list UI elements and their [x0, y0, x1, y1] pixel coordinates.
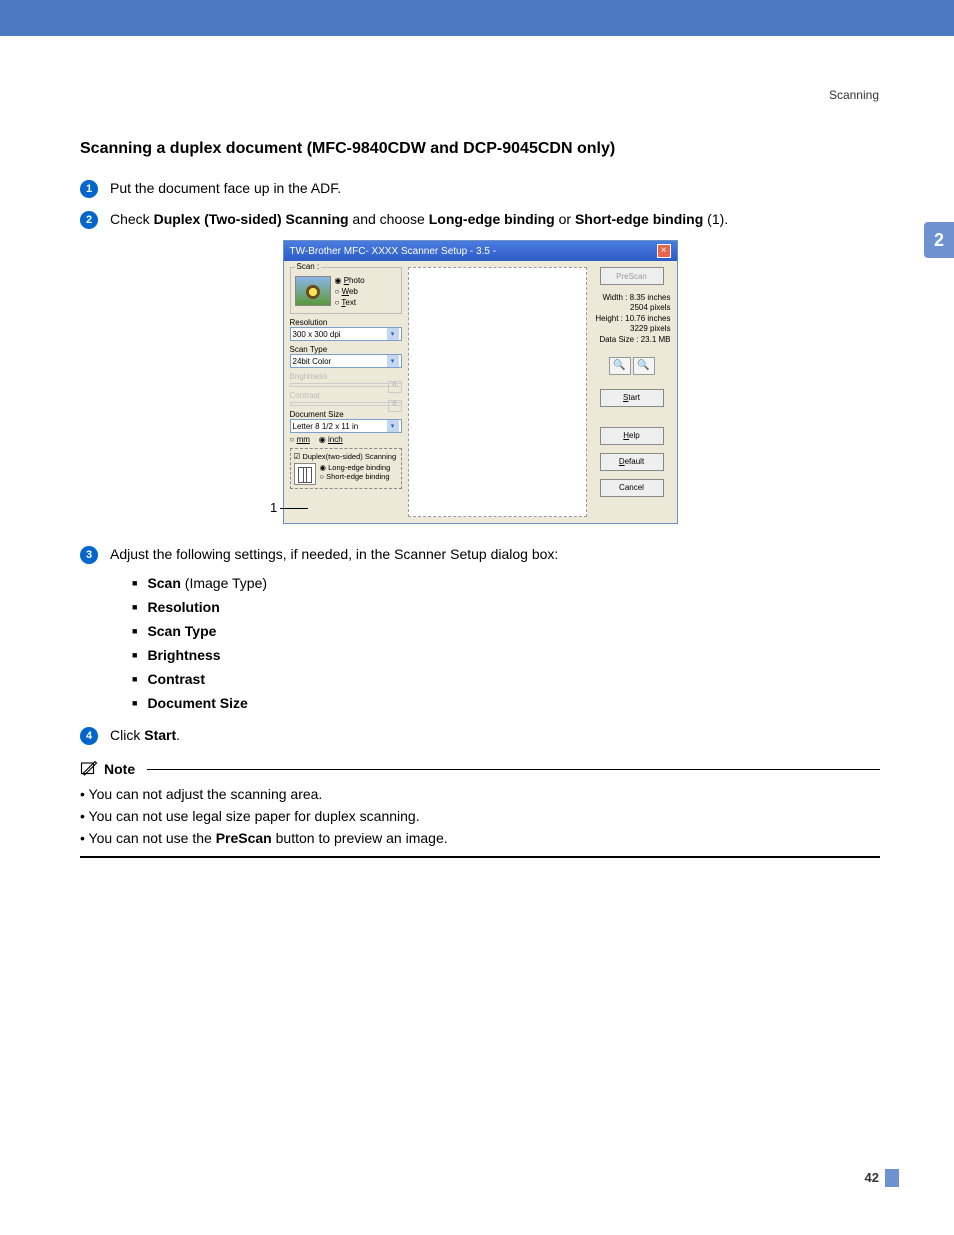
text: (1).	[703, 211, 728, 227]
contrast-slider[interactable]	[290, 402, 402, 406]
duplex-icon	[294, 463, 316, 485]
scan-info: Width : 8.35 inches 2504 pixels Height :…	[593, 293, 671, 345]
list-item: Resolution	[132, 599, 880, 615]
zoom-out-icon[interactable]: 🔍	[633, 357, 655, 375]
scantype-label: Scan Type	[290, 345, 402, 354]
figure-scanner-dialog: 1 TW-Brother MFC- XXXX Scanner Setup - 3…	[80, 240, 880, 524]
list-item: Contrast	[132, 671, 880, 687]
bold: Long-edge binding	[429, 211, 555, 227]
note-title: Note	[104, 761, 135, 777]
step-badge: 2	[80, 211, 98, 229]
prescan-button[interactable]: PreScan	[600, 267, 664, 285]
brightness-label: Brightness	[290, 372, 402, 381]
chevron-down-icon: ▾	[387, 328, 399, 340]
long-edge-radio[interactable]: ◉ Long-edge binding	[320, 463, 391, 472]
bold: Start	[144, 727, 176, 743]
running-header: Scanning	[829, 88, 879, 102]
step-1: 1 Put the document face up in the ADF.	[80, 178, 880, 199]
help-button[interactable]: HelpHelp	[600, 427, 664, 445]
short-edge-radio[interactable]: ○ Short-edge binding	[320, 472, 391, 481]
chapter-tab: 2	[924, 222, 954, 258]
page-accent	[885, 1169, 899, 1187]
cancel-button[interactable]: Cancel	[600, 479, 664, 497]
start-button[interactable]: StartStart	[600, 389, 664, 407]
text: or	[555, 211, 575, 227]
radio-text[interactable]: ○ TextText	[335, 298, 365, 307]
callout-line	[280, 508, 308, 509]
note-item: • You can not use the PreScan button to …	[80, 830, 880, 846]
scan-group: Scan : ◉ PPhotohoto ○ WebWeb ○ TextText	[290, 267, 402, 314]
dialog-titlebar: TW-Brother MFC- XXXX Scanner Setup - 3.5…	[284, 241, 677, 261]
text: and choose	[349, 211, 429, 227]
scan-thumbnail	[295, 276, 331, 306]
unit-mm-radio[interactable]: ○ mm	[290, 435, 310, 444]
duplex-checkbox[interactable]: ☑ Duplex(two-sided) Scanning	[294, 452, 397, 461]
note-pencil-icon	[80, 760, 98, 778]
resolution-combo[interactable]: 300 x 300 dpi ▾	[290, 327, 402, 341]
chevron-down-icon: ▾	[387, 355, 399, 367]
brightness-slider[interactable]	[290, 383, 402, 387]
callout-1: 1	[270, 500, 277, 515]
document-top-bar	[0, 0, 954, 36]
note-block: Note • You can not adjust the scanning a…	[80, 760, 880, 858]
default-button[interactable]: DefaultDefault	[600, 453, 664, 471]
unit-inch-radio[interactable]: ◉ inch	[319, 435, 343, 444]
radio-web[interactable]: ○ WebWeb	[335, 287, 365, 296]
step-4: 4 Click Start.	[80, 725, 880, 746]
step-4-text: Click Start.	[110, 725, 180, 746]
duplex-group: ☑ Duplex(two-sided) Scanning ◉ Long-edge…	[290, 448, 402, 489]
page-number: 42	[865, 1170, 879, 1185]
zoom-in-icon[interactable]: 🔍	[609, 357, 631, 375]
scan-group-label: Scan :	[295, 262, 322, 271]
combo-value: 300 x 300 dpi	[293, 330, 341, 339]
section-title: Scanning a duplex document (MFC-9840CDW …	[80, 140, 880, 158]
text: .	[176, 727, 180, 743]
text: Click	[110, 727, 144, 743]
step-3-text: Adjust the following settings, if needed…	[110, 544, 558, 565]
note-bottom-rule	[80, 856, 880, 858]
scantype-combo[interactable]: 24bit Color ▾	[290, 354, 402, 368]
radio-photo[interactable]: ◉ PPhotohoto	[335, 276, 365, 285]
step-badge: 3	[80, 546, 98, 564]
note-rule	[147, 769, 880, 770]
settings-sublist: Scan (Image Type) Resolution Scan Type B…	[132, 575, 880, 711]
step-badge: 4	[80, 727, 98, 745]
preview-area	[408, 267, 587, 517]
docsize-combo[interactable]: Letter 8 1/2 x 11 in ▾	[290, 419, 402, 433]
resolution-label: Resolution	[290, 318, 402, 327]
text: Check	[110, 211, 154, 227]
combo-value: 24bit Color	[293, 357, 332, 366]
list-item: Scan Type	[132, 623, 880, 639]
bold: Short-edge binding	[575, 211, 703, 227]
note-item: • You can not adjust the scanning area.	[80, 786, 880, 802]
combo-value: Letter 8 1/2 x 11 in	[293, 422, 359, 431]
step-3: 3 Adjust the following settings, if need…	[80, 544, 880, 565]
close-icon[interactable]: ×	[657, 244, 671, 258]
list-item: Scan (Image Type)	[132, 575, 880, 591]
dialog-title-text: TW-Brother MFC- XXXX Scanner Setup - 3.5…	[290, 246, 497, 257]
chevron-down-icon: ▾	[387, 420, 399, 432]
contrast-label: Contrast	[290, 391, 402, 400]
note-item: • You can not use legal size paper for d…	[80, 808, 880, 824]
docsize-label: Document Size	[290, 410, 402, 419]
bold: Duplex (Two-sided) Scanning	[154, 211, 349, 227]
list-item: Brightness	[132, 647, 880, 663]
step-2-text: Check Duplex (Two-sided) Scanning and ch…	[110, 209, 728, 230]
step-1-text: Put the document face up in the ADF.	[110, 178, 341, 199]
list-item: Document Size	[132, 695, 880, 711]
scanner-setup-dialog: TW-Brother MFC- XXXX Scanner Setup - 3.5…	[283, 240, 678, 524]
step-badge: 1	[80, 180, 98, 198]
step-2: 2 Check Duplex (Two-sided) Scanning and …	[80, 209, 880, 230]
